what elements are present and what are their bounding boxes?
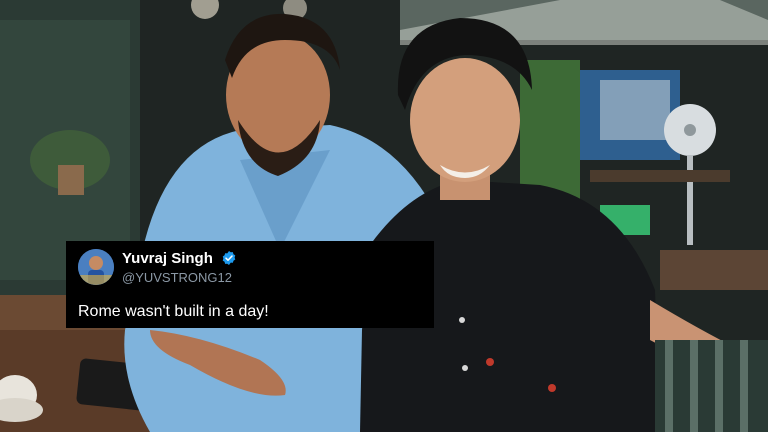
tweet-handle: @YUVSTRONG12	[122, 270, 232, 285]
verified-badge-icon	[221, 250, 237, 270]
tweet-card: Yuvraj Singh @YUVSTRONG12 Rome wasn't bu…	[66, 241, 434, 328]
tweet-text: Rome wasn't built in a day!	[78, 303, 269, 320]
background-photo	[0, 0, 768, 432]
display-name: Yuvraj Singh	[122, 250, 213, 267]
tweet-author-name: Yuvraj Singh	[122, 250, 237, 270]
avatar	[78, 249, 114, 285]
